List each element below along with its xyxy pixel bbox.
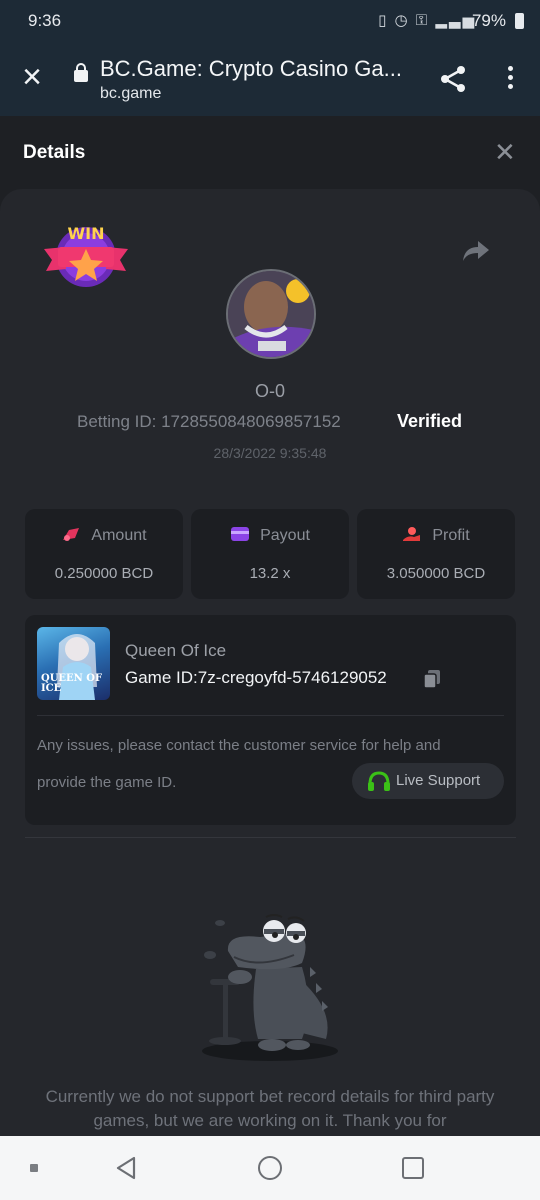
bet-detail-card: WIN O-0 Betting ID: 172855084806985715​2… [0,189,540,1136]
stat-payout-value: 13.2 x [249,565,291,582]
page-domain[interactable]: bc.game [100,85,161,103]
avatar [226,269,316,359]
stat-amount-value: 0.250000 BCD [54,565,154,582]
status-icons: ▯ ◷ ⚿ ▂▃▅ [378,11,476,29]
third-party-notice: Currently we do not support bet record d… [45,1087,495,1130]
back-icon[interactable] [114,1155,140,1181]
support-hint-line-2: provide the game ID. [37,774,177,791]
stat-payout: Payout 13.2 x [191,509,349,599]
stat-profit: Profit 3.050000 BCD [357,509,515,599]
share-icon[interactable] [438,64,468,94]
home-icon[interactable] [258,1156,282,1180]
stat-amount-label: Amount [91,527,147,544]
game-thumb-text: QUEEN OF ICE [41,673,103,694]
stat-payout-label: Payout [260,527,310,544]
crocodile-mascot-image [202,914,338,1061]
support-hint-line-1: Any issues, please contact the customer … [37,737,441,754]
win-badge-text: WIN [68,224,105,243]
live-support-label: Live Support [396,772,481,789]
avatar-image [228,271,314,357]
close-tab-button[interactable]: × [16,60,48,94]
page-title[interactable]: BC.Game: Crypto Casino Ga... [100,56,412,82]
amount-icon [63,528,80,541]
payout-card-icon [231,527,250,541]
signal-icon: ▂▃▅ [435,12,476,29]
game-id: Game ID:7z-cregoyfd-5746129052 [125,668,387,687]
live-support-button[interactable]: Live Support [352,763,504,799]
stat-amount: Amount 0.250000 BCD [25,509,183,599]
battery-percent: 79% [471,11,506,30]
section-divider [25,837,516,838]
nav-dot-icon [30,1164,38,1172]
divider [37,715,504,716]
share-arrow-icon[interactable] [462,239,490,263]
details-page: Details ✕ WIN O-0 Betting ID: 1728550848… [0,116,540,1136]
stat-profit-label: Profit [432,527,470,544]
stat-profit-value: 3.050000 BCD [386,565,486,582]
headset-icon [368,771,390,791]
game-info-box: QUEEN OF ICE Queen Of Ice Game ID:7z-cre… [25,615,516,825]
vpn-key-icon: ⚿ [415,12,430,29]
copy-icon[interactable] [423,669,441,689]
game-thumbnail[interactable]: QUEEN OF ICE [37,627,110,700]
details-close-icon[interactable]: ✕ [494,139,516,165]
alarm-icon: ◷ [394,12,410,29]
lock-icon [74,63,88,82]
vibrate-icon: ▯ [378,12,389,29]
betting-id: Betting ID: 172855084806985715​2 [77,412,341,431]
username: O-0 [254,381,285,401]
game-name: Queen Of Ice [125,641,227,660]
status-bar: 9:36 ▯ ◷ ⚿ ▂▃▅ 79% [0,0,540,42]
verified-badge: Verified [397,411,463,431]
bet-timestamp: 28/3/2022 9:35:48 [213,445,327,461]
status-time: 9:36 [28,11,62,30]
details-heading: Details [23,142,86,163]
win-badge-icon: WIN [44,224,128,287]
overflow-menu-icon[interactable] [500,66,520,94]
browser-toolbar: × BC.Game: Crypto Casino Ga... bc.game [0,42,540,116]
system-nav-bar [0,1136,540,1200]
profit-hand-icon [403,527,421,541]
battery-icon [515,13,524,29]
recents-icon[interactable] [402,1157,424,1179]
